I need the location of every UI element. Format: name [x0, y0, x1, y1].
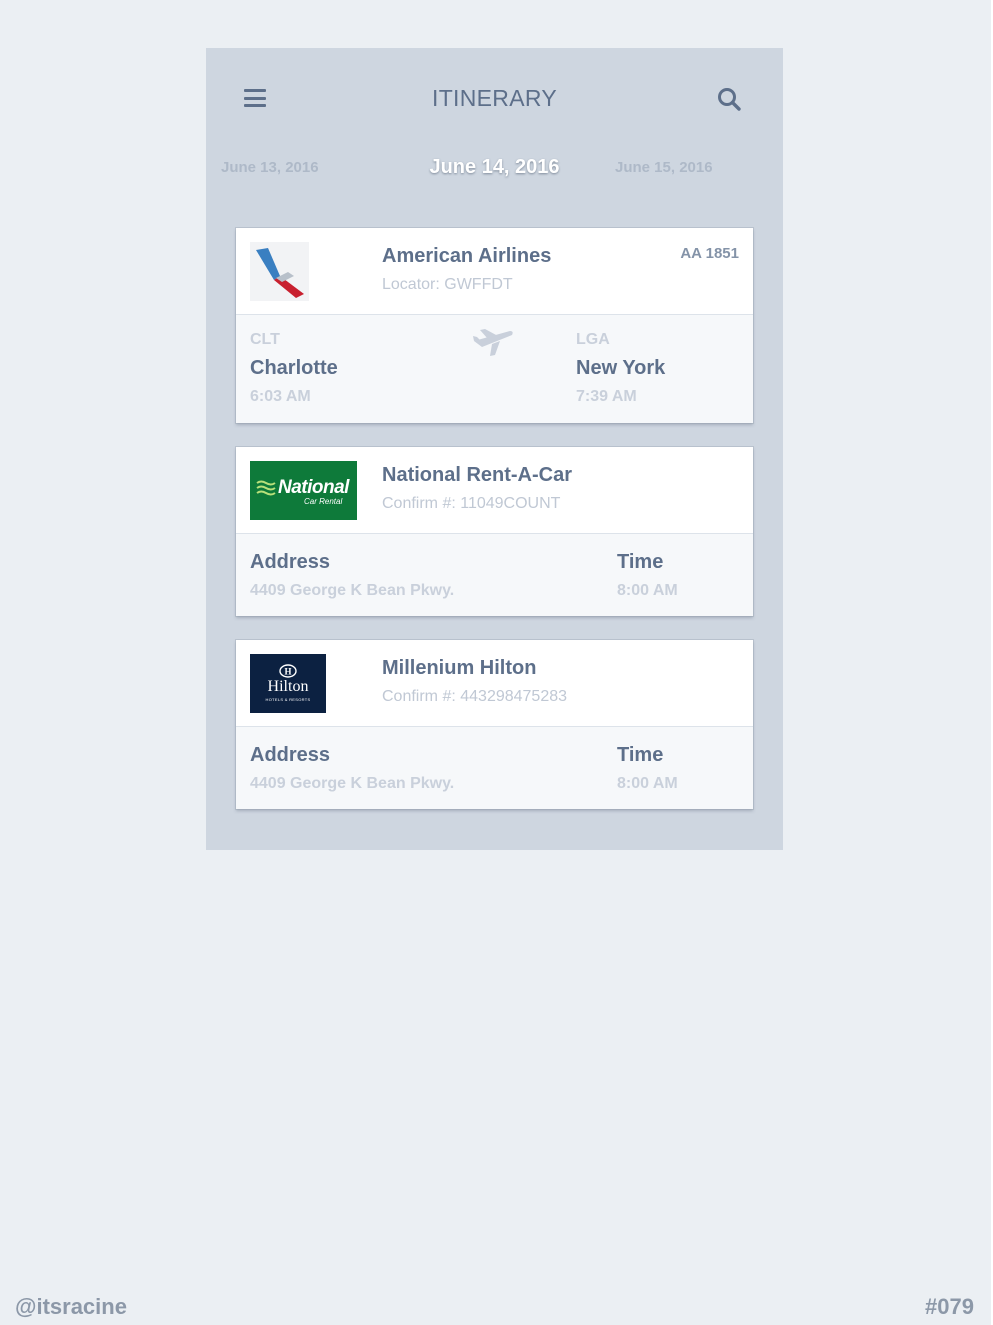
- flight-locator: Locator: GWFFDT: [382, 276, 513, 293]
- car-rental-details: Address 4409 George K Bean Pkwy. Time 8:…: [236, 534, 753, 616]
- svg-text:H: H: [284, 667, 291, 677]
- arrival-time: 7:39 AM: [576, 388, 637, 405]
- address-value: 4409 George K Bean Pkwy.: [250, 775, 455, 792]
- destination-code: LGA: [576, 331, 610, 348]
- national-logo-text: National: [278, 477, 349, 498]
- flight-number: AA 1851: [680, 245, 739, 262]
- hotel-confirmation: Confirm #: 443298475283: [382, 688, 568, 705]
- address-value: 4409 George K Bean Pkwy.: [250, 582, 455, 599]
- hilton-emblem-icon: H: [279, 664, 297, 678]
- car-rental-card[interactable]: National Car Rental National Rent-A-Car …: [236, 447, 753, 616]
- page-title: ITINERARY: [432, 85, 557, 111]
- address-label: Address: [250, 744, 331, 766]
- search-icon[interactable]: [716, 86, 742, 112]
- departure-time: 6:03 AM: [250, 388, 311, 405]
- author-handle: @itsracine: [15, 1294, 127, 1319]
- shot-number: #079: [925, 1294, 974, 1319]
- hotel-details: Address 4409 George K Bean Pkwy. Time 8:…: [236, 727, 753, 809]
- address-label: Address: [250, 551, 331, 573]
- time-value: 8:00 AM: [617, 775, 678, 792]
- hotel-name: Millenium Hilton: [382, 657, 537, 679]
- flight-card-header: American Airlines Locator: GWFFDT AA 185…: [236, 228, 753, 315]
- time-label: Time: [617, 744, 664, 766]
- flight-card[interactable]: American Airlines Locator: GWFFDT AA 185…: [236, 228, 753, 423]
- hilton-logo-text: Hilton: [267, 678, 309, 695]
- national-logo: National Car Rental: [250, 461, 357, 520]
- american-airlines-logo: [250, 242, 309, 301]
- national-logo-subtext: Car Rental: [304, 497, 343, 506]
- hotel-card[interactable]: H Hilton HOTELS & RESORTS Millenium Hilt…: [236, 640, 753, 809]
- origin-code: CLT: [250, 331, 280, 348]
- car-rental-name: National Rent-A-Car: [382, 464, 573, 486]
- origin-city: Charlotte: [250, 357, 338, 379]
- hotel-card-header: H Hilton HOTELS & RESORTS Millenium Hilt…: [236, 640, 753, 727]
- itinerary-app-panel: ITINERARY June 13, 2016 June 14, 2016 Ju…: [206, 48, 783, 850]
- date-next[interactable]: June 15, 2016: [615, 159, 713, 176]
- airplane-icon: [473, 329, 513, 356]
- hilton-logo-subtext: HOTELS & RESORTS: [265, 697, 311, 702]
- national-wave-icon: [256, 480, 276, 496]
- time-label: Time: [617, 551, 664, 573]
- flight-route: CLT Charlotte 6:03 AM LGA New York 7:39 …: [236, 315, 753, 422]
- car-rental-confirmation: Confirm #: 11049COUNT: [382, 495, 561, 512]
- destination-city: New York: [576, 357, 666, 379]
- time-value: 8:00 AM: [617, 582, 678, 599]
- car-rental-card-header: National Car Rental National Rent-A-Car …: [236, 447, 753, 534]
- airline-name: American Airlines: [382, 245, 552, 267]
- hilton-logo: H Hilton HOTELS & RESORTS: [250, 654, 326, 713]
